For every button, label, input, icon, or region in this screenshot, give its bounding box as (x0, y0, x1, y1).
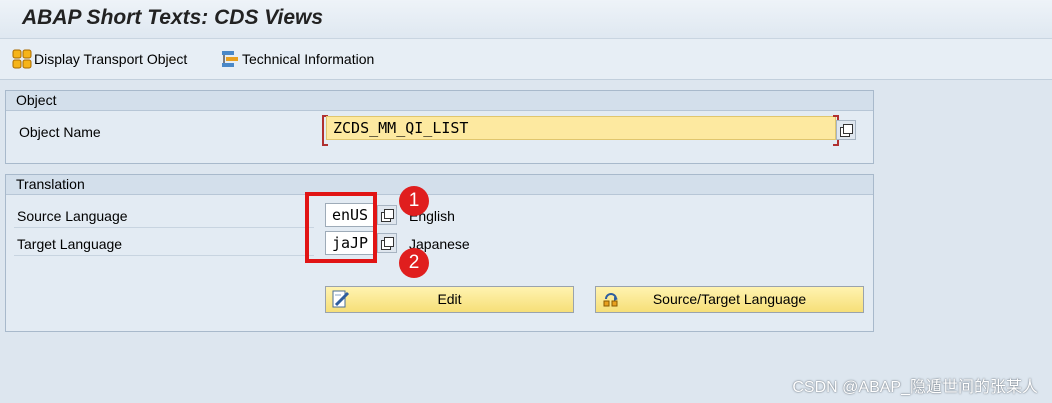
source-language-label: Source Language (17, 208, 128, 224)
value-help-icon[interactable] (377, 233, 397, 253)
row-divider (14, 255, 314, 256)
annotation-badge-2: 2 (399, 248, 429, 278)
value-help-icon[interactable] (836, 120, 856, 140)
transport-object-icon (12, 49, 32, 69)
application-toolbar: Display Transport Object Technical Infor… (0, 39, 1052, 80)
edit-button[interactable]: Edit (325, 286, 574, 313)
language-switch-icon (603, 293, 618, 307)
object-name-label: Object Name (19, 124, 101, 140)
object-panel: Object Object Name ZCDS_MM_QI_LIST (5, 90, 874, 164)
technical-information-label: Technical Information (242, 51, 375, 67)
highlight-box (305, 192, 377, 263)
technical-information-button[interactable]: Technical Information (220, 49, 374, 69)
edit-button-label: Edit (437, 291, 462, 307)
source-target-language-label: Source/Target Language (652, 291, 807, 307)
display-transport-object-button[interactable]: Display Transport Object (12, 49, 187, 69)
source-target-language-button[interactable]: Source/Target Language (595, 286, 864, 313)
title-bar: ABAP Short Texts: CDS Views (0, 0, 1052, 39)
translation-panel-header: Translation (6, 175, 873, 195)
watermark: CSDN @ABAP_隐遁世间的张某人 (792, 379, 1038, 396)
object-name-field[interactable]: ZCDS_MM_QI_LIST (326, 116, 836, 140)
technical-info-icon (222, 51, 238, 67)
edit-pencil-icon (332, 290, 350, 308)
row-divider (14, 227, 314, 228)
value-help-icon[interactable] (377, 205, 397, 225)
window-title: ABAP Short Texts: CDS Views (22, 6, 324, 29)
annotation-badge-1: 1 (399, 186, 429, 216)
translation-panel: Translation Source Language enUS English… (5, 174, 874, 332)
target-language-label: Target Language (17, 236, 123, 252)
display-transport-object-label: Display Transport Object (34, 51, 188, 67)
object-panel-header: Object (6, 91, 873, 111)
